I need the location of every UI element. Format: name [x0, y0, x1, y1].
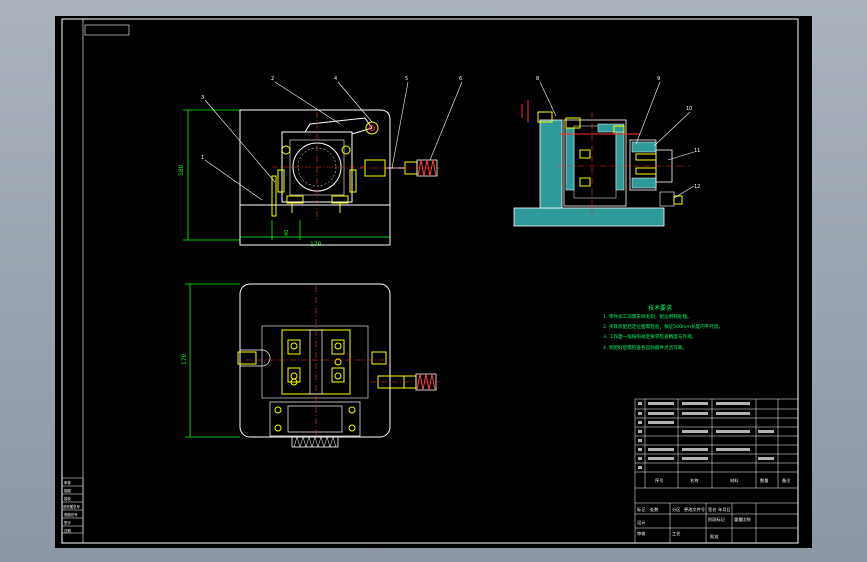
tb-review: 审核 — [637, 530, 646, 537]
note-2: 2. 夹具装配后定位面需检验，保证500mm长度内平行度。 — [603, 323, 723, 330]
bom-header-material: 材料 — [730, 477, 739, 484]
side-signature: 签字 — [64, 520, 71, 525]
balloon-side-11: 11 — [694, 148, 700, 154]
tb-footer-mark: 标记 — [637, 506, 646, 513]
balloon-side-12: 12 — [694, 184, 700, 190]
tb-design: 设计 — [637, 519, 645, 526]
side-old-base-no: 旧底图总号 — [63, 504, 81, 509]
side-review: 审核 — [64, 480, 71, 485]
tb-process: 工艺 — [672, 531, 680, 536]
tb-footer-change: 更改文件号 — [684, 506, 705, 513]
cad-drawing-canvas: 180 170 40 1 3 2 4 5 6 8 9 10 11 12 170 … — [55, 16, 812, 548]
note-4: 4. 装配好后需检查各运动部件灵活可靠。 — [603, 344, 687, 351]
dim-front-height: 180 — [178, 164, 185, 176]
side-trace-check: 描校 — [64, 496, 71, 501]
dim-front-small: 40 — [284, 230, 290, 236]
side-base-no: 底图总号 — [64, 512, 78, 517]
note-1: 1. 零件加工前需去除毛刺，锐边倒钝处理。 — [603, 313, 692, 320]
balloon-front-1: 1 — [201, 155, 204, 161]
dim-plan-height: 170 — [181, 353, 188, 365]
side-date: 日期 — [64, 528, 71, 533]
balloon-front-6: 6 — [459, 76, 462, 82]
side-upright — [539, 119, 563, 209]
balloon-front-5: 5 — [405, 76, 408, 82]
bom-header-name: 名称 — [690, 477, 698, 484]
balloon-side-9: 9 — [657, 76, 660, 82]
note-3: 3. 工作面一般按照规定要求检查精度与外观。 — [603, 333, 696, 340]
bom-header-no: 序号 — [655, 477, 663, 484]
side-base — [513, 207, 665, 227]
drawing-sheet — [55, 16, 812, 548]
tb-footer-sign: 签名 — [708, 506, 716, 513]
balloon-front-4: 4 — [334, 76, 337, 82]
tb-footer-zone: 分区 — [672, 506, 680, 513]
balloon-front-3: 3 — [201, 95, 204, 101]
balloon-side-8: 8 — [536, 76, 539, 82]
tb-stage-mark: 阶段标记 — [708, 516, 726, 523]
balloon-side-10: 10 — [686, 106, 692, 112]
tb-footer-date: 年月日 — [718, 506, 731, 513]
side-trace: 描图 — [64, 488, 71, 493]
balloon-front-2: 2 — [271, 76, 274, 82]
bom-header-qty: 数量 — [760, 477, 768, 484]
bom-header-remarks: 备注 — [782, 477, 791, 484]
tb-scale: 比例 — [742, 516, 750, 523]
tb-footer-count: 处数 — [650, 506, 659, 513]
notes-title: 技术要求 — [648, 304, 672, 312]
tb-approve: 批准 — [710, 533, 718, 540]
